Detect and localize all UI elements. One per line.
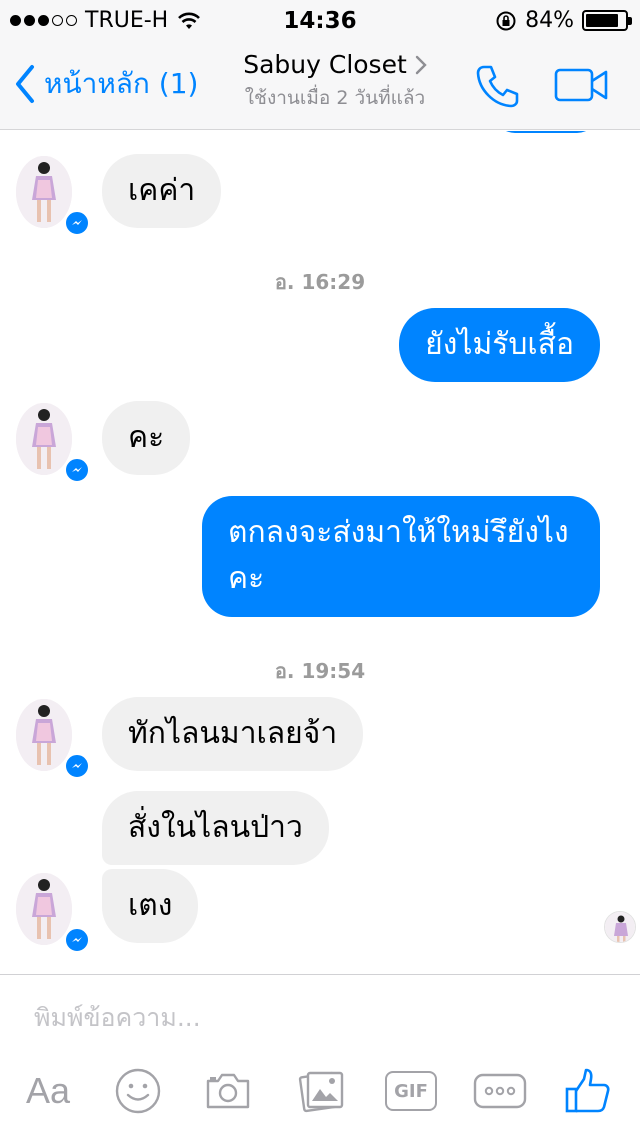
message-text: ทักไลนมาเลยจ้า <box>128 716 338 751</box>
sender-avatar[interactable] <box>16 156 90 236</box>
emoji-button[interactable] <box>110 1061 166 1121</box>
avatar-image <box>16 403 72 475</box>
battery-icon <box>582 10 632 31</box>
status-right: 84% <box>495 8 632 33</box>
video-camera-icon <box>554 68 608 102</box>
photo-icon <box>298 1071 344 1113</box>
message-bubble-incoming[interactable]: ทักไลนมาเลยจ้า <box>102 697 364 771</box>
message-bubble-outgoing[interactable]: ยังไม่รับเสื้อ <box>399 308 600 382</box>
gif-button[interactable]: GIF <box>382 1061 440 1121</box>
gif-icon: GIF <box>385 1071 437 1111</box>
avatar-image <box>16 873 72 945</box>
message-bubble-outgoing[interactable]: ตกลงจะส่งมาให้ใหม่รึยังไง คะ <box>202 496 600 617</box>
contact-info-button[interactable]: Sabuy Closet ใช้งานเมื่อ 2 วันที่แล้ว <box>200 50 470 113</box>
messenger-badge-icon <box>64 927 90 953</box>
text-format-label: Aa <box>25 1070 71 1111</box>
timestamp-divider: อ. 16:29 <box>274 270 366 294</box>
sender-avatar[interactable] <box>16 873 90 953</box>
smiley-icon <box>115 1068 161 1114</box>
message-bubble-incoming[interactable]: เคค่า <box>102 154 222 228</box>
back-button[interactable]: หน้าหลัก (1) <box>14 62 198 106</box>
message-composer: Aa G <box>0 974 640 1136</box>
rotation-lock-icon <box>496 11 516 30</box>
message-text: เคค่า <box>128 173 196 208</box>
camera-button[interactable] <box>200 1061 256 1121</box>
contact-name: Sabuy Closet <box>243 50 407 79</box>
message-text: เตง <box>128 888 173 923</box>
message-bubble-incoming[interactable]: สั่งในไลนป่าว <box>102 791 329 865</box>
status-bar: TRUE-H 14:36 84% <box>0 0 640 40</box>
sender-avatar[interactable] <box>16 403 90 483</box>
camera-icon <box>206 1073 250 1109</box>
avatar-image <box>16 156 72 228</box>
phone-icon <box>476 65 519 108</box>
message-bubble-incoming[interactable]: คะ <box>102 401 191 475</box>
messenger-badge-icon <box>64 753 90 779</box>
voice-call-button[interactable] <box>474 62 522 114</box>
messenger-badge-icon <box>64 457 90 483</box>
seen-receipt-avatar <box>604 911 636 943</box>
thumbs-up-icon <box>565 1068 610 1113</box>
chevron-left-icon <box>16 65 34 103</box>
message-text: ตกลงจะส่งมาให้ใหม่รึยังไง คะ <box>228 515 569 596</box>
like-button[interactable] <box>560 1061 616 1121</box>
timestamp-divider: อ. 19:54 <box>274 659 366 683</box>
chevron-right-icon <box>415 55 427 74</box>
messenger-badge-icon <box>64 210 90 236</box>
battery-percent: 84% <box>525 8 574 33</box>
video-call-button[interactable] <box>554 67 608 107</box>
message-bubble-partial <box>494 131 598 133</box>
sender-avatar[interactable] <box>16 699 90 779</box>
back-label: หน้าหลัก (1) <box>44 67 199 100</box>
battery-fill <box>586 14 618 27</box>
composer-toolbar: Aa GIF <box>0 1061 640 1121</box>
photo-gallery-button[interactable] <box>294 1061 350 1121</box>
more-options-button[interactable] <box>472 1061 528 1121</box>
message-thread[interactable]: เคค่า อ. 16:29 ยังไม่รับเสื้อ คะ ตกลงจะส… <box>0 131 640 974</box>
contact-last-active: ใช้งานเมื่อ 2 วันที่แล้ว <box>244 87 426 109</box>
message-text: คะ <box>128 420 165 455</box>
message-text: สั่งในไลนป่าว <box>128 810 303 845</box>
conversation-header: หน้าหลัก (1) Sabuy Closet ใช้งานเมื่อ 2 … <box>0 40 640 130</box>
text-format-button[interactable]: Aa <box>18 1061 78 1121</box>
message-bubble-incoming[interactable]: เตง <box>102 869 199 943</box>
more-dots-icon <box>473 1073 527 1109</box>
message-input[interactable] <box>34 1003 594 1032</box>
message-text: ยังไม่รับเสื้อ <box>425 327 574 362</box>
avatar-image <box>16 699 72 771</box>
gif-label: GIF <box>394 1080 428 1102</box>
